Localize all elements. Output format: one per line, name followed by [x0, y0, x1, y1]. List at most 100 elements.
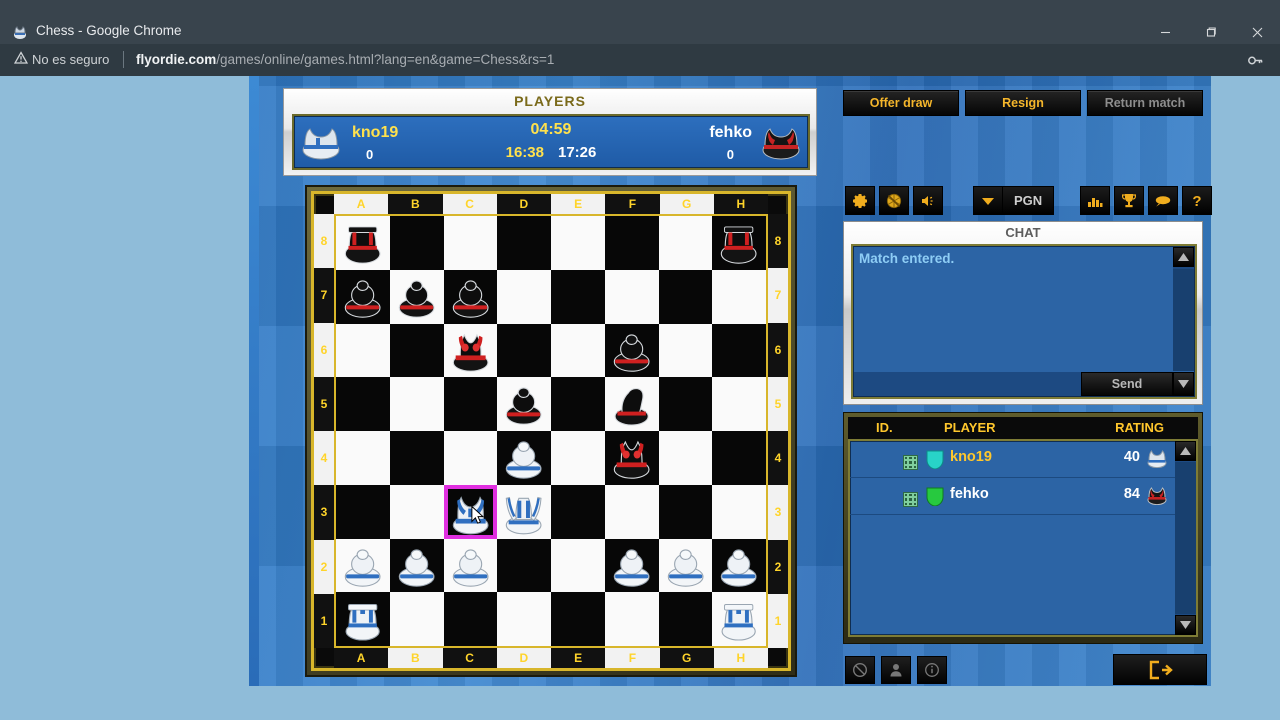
board-ranks-left: 8 7 6 5 4 3 2 1: [314, 214, 334, 648]
board-square-g1[interactable]: [658, 592, 713, 646]
scroll-down-arrow-icon[interactable]: [1175, 615, 1196, 635]
player-list-scrollbar[interactable]: [1175, 441, 1196, 635]
board-square-a6[interactable]: [336, 323, 390, 378]
board-square-b6[interactable]: [389, 323, 444, 378]
board-square-c2[interactable]: [443, 538, 498, 593]
chat-scroll-track[interactable]: [1173, 269, 1194, 371]
board-square-f6[interactable]: [604, 323, 659, 378]
exit-door-icon[interactable]: [1113, 654, 1207, 685]
send-button[interactable]: Send: [1081, 372, 1173, 396]
board-square-f2[interactable]: [604, 538, 659, 593]
board-square-g7[interactable]: [658, 269, 713, 324]
board-square-d6[interactable]: [497, 323, 551, 378]
board-square-a7[interactable]: [336, 269, 390, 324]
table-row[interactable]: kno19 40: [850, 441, 1196, 478]
board-square-e3[interactable]: [551, 484, 605, 539]
board-square-c5[interactable]: [443, 377, 498, 431]
board-square-a4[interactable]: [336, 431, 390, 485]
board-square-b2[interactable]: [389, 538, 444, 593]
scroll-down-arrow-icon[interactable]: [1173, 372, 1194, 396]
chess-board[interactable]: A B C D E F G H A B C D E F G H 8 7 6 5 4 3 2 1 8 7 6 5 4 3 2 1: [305, 185, 797, 677]
board-square-h7[interactable]: [712, 269, 766, 324]
board-square-h3[interactable]: [712, 484, 766, 539]
browser-address-bar[interactable]: No es seguro flyordie.com/games/online/g…: [0, 44, 1280, 76]
board-square-b4[interactable]: [389, 431, 444, 485]
pgn-dropdown-arrow-icon[interactable]: [973, 186, 1003, 215]
scroll-up-arrow-icon[interactable]: [1175, 441, 1196, 461]
board-square-b5[interactable]: [389, 377, 444, 431]
profile-user-icon[interactable]: [881, 656, 911, 684]
board-square-g8[interactable]: [658, 216, 713, 270]
trophy-icon[interactable]: [1114, 186, 1145, 215]
info-icon[interactable]: [917, 656, 947, 684]
board-square-a5[interactable]: [336, 377, 390, 431]
board-square-e4[interactable]: [551, 431, 605, 485]
board-square-h6[interactable]: [712, 323, 766, 378]
board-square-e5[interactable]: [551, 377, 605, 431]
board-square-g4[interactable]: [658, 431, 713, 485]
bar-chart-icon[interactable]: [1080, 186, 1111, 215]
board-square-g3[interactable]: [658, 484, 713, 539]
board-square-c3[interactable]: [443, 484, 498, 539]
speaker-icon[interactable]: [913, 186, 943, 215]
offer-draw-button[interactable]: Offer draw: [843, 90, 959, 116]
board-square-b3[interactable]: [389, 484, 444, 539]
board-square-d8[interactable]: [497, 216, 551, 270]
board-square-c4[interactable]: [443, 431, 498, 485]
board-square-a3[interactable]: [336, 484, 390, 539]
board-square-f1[interactable]: [604, 592, 659, 646]
resign-button[interactable]: Resign: [965, 90, 1081, 116]
board-square-g2[interactable]: [658, 538, 713, 593]
board-square-h1[interactable]: [712, 592, 766, 646]
board-squares[interactable]: [334, 214, 768, 648]
board-square-f4[interactable]: [604, 431, 659, 485]
board-square-g6[interactable]: [658, 323, 713, 378]
key-icon[interactable]: [1247, 52, 1264, 69]
board-square-a8[interactable]: [336, 216, 390, 270]
scroll-up-arrow-icon[interactable]: [1173, 247, 1194, 267]
board-square-b8[interactable]: [389, 216, 444, 270]
settings-gear-icon[interactable]: [845, 186, 875, 215]
board-square-h8[interactable]: [712, 216, 766, 270]
board-square-d5[interactable]: [497, 377, 551, 431]
pgn-label[interactable]: PGN: [1003, 186, 1055, 215]
board-square-a2[interactable]: [336, 538, 390, 593]
board-square-h4[interactable]: [712, 431, 766, 485]
chat-bubble-icon[interactable]: [1148, 186, 1179, 215]
board-square-c7[interactable]: [443, 269, 498, 324]
board-square-e8[interactable]: [551, 216, 605, 270]
return-match-button[interactable]: Return match: [1087, 90, 1203, 116]
board-square-f7[interactable]: [604, 269, 659, 324]
board-square-d3[interactable]: [497, 484, 551, 539]
chat-body[interactable]: Match entered. Send: [851, 244, 1197, 399]
table-row[interactable]: fehko 84: [850, 478, 1196, 515]
player-list-body[interactable]: kno19 40 fehko 84: [848, 439, 1198, 637]
board-square-c1[interactable]: [443, 592, 498, 646]
board-square-b7[interactable]: [389, 269, 444, 324]
board-square-f3[interactable]: [604, 484, 659, 539]
chat-scrollbar[interactable]: [1173, 247, 1194, 371]
board-square-g5[interactable]: [658, 377, 713, 431]
block-user-icon[interactable]: [845, 656, 875, 684]
board-square-b1[interactable]: [389, 592, 444, 646]
board-square-d1[interactable]: [497, 592, 551, 646]
mute-ball-icon[interactable]: [879, 186, 909, 215]
board-square-h5[interactable]: [712, 377, 766, 431]
board-square-d4[interactable]: [497, 431, 551, 485]
board-square-d7[interactable]: [497, 269, 551, 324]
board-square-e6[interactable]: [551, 323, 605, 378]
board-square-e7[interactable]: [551, 269, 605, 324]
board-square-e2[interactable]: [551, 538, 605, 593]
board-square-a1[interactable]: [336, 592, 390, 646]
board-square-h2[interactable]: [712, 538, 766, 593]
board-square-d2[interactable]: [497, 538, 551, 593]
board-square-c6[interactable]: [443, 323, 498, 378]
board-square-e1[interactable]: [551, 592, 605, 646]
player-list-scroll-track[interactable]: [1175, 462, 1196, 614]
board-square-f8[interactable]: [604, 216, 659, 270]
help-question-icon[interactable]: ?: [1182, 186, 1213, 215]
board-square-f5[interactable]: [604, 377, 659, 431]
address-url[interactable]: flyordie.com/games/online/games.html?lan…: [136, 52, 554, 67]
pgn-control[interactable]: PGN: [973, 186, 1055, 215]
board-square-c8[interactable]: [443, 216, 498, 270]
